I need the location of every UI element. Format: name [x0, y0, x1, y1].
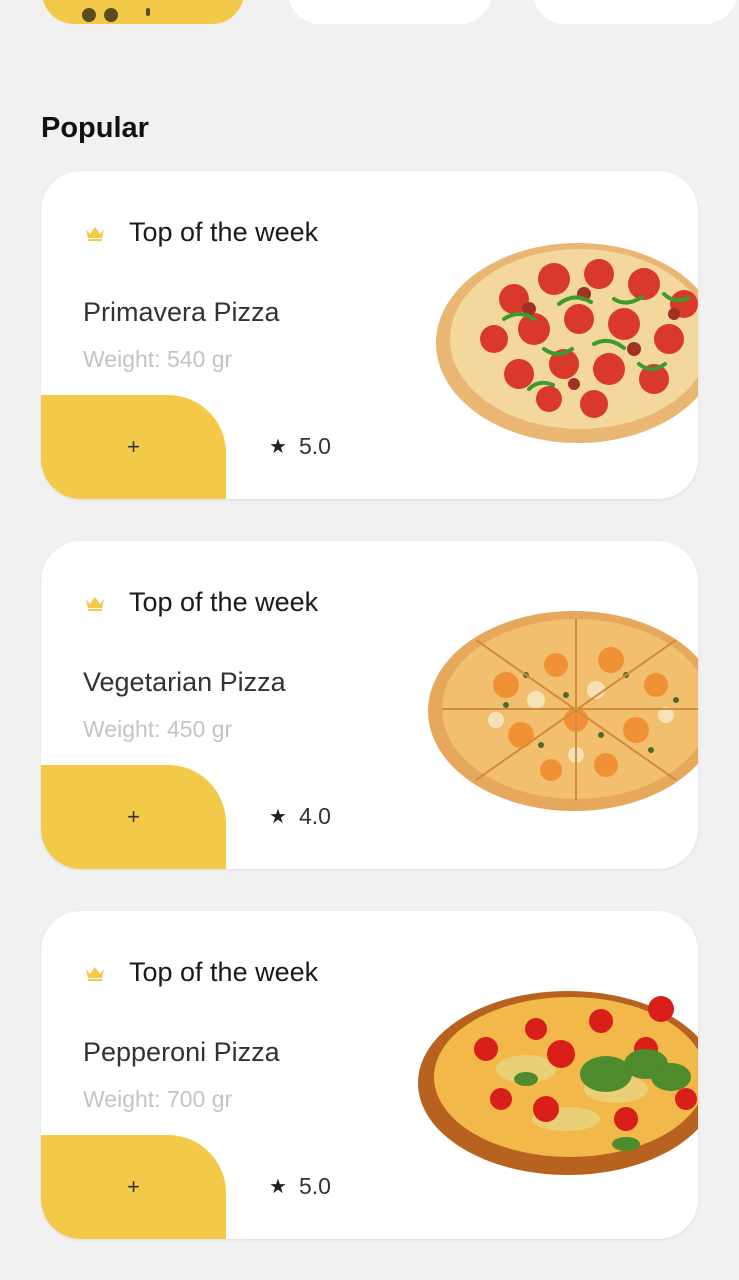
rating-value: 5.0 — [298, 1173, 331, 1199]
pizza-image — [418, 991, 698, 1175]
pizza-name: Vegetarian Pizza — [83, 667, 286, 697]
rating: ★ 5.0 — [269, 1173, 331, 1200]
crown-icon — [86, 226, 104, 241]
pizza-image — [436, 243, 698, 443]
pizza-weight: Weight: 450 gr — [83, 716, 233, 742]
add-button[interactable]: + — [41, 395, 226, 499]
add-button[interactable]: + — [41, 765, 226, 869]
pizza-weight: Weight: 540 gr — [83, 346, 233, 372]
star-icon: ★ — [269, 806, 287, 828]
pizza-name: Primavera Pizza — [83, 297, 280, 327]
top-of-week-badge: Top of the week — [85, 587, 318, 618]
rating: ★ 5.0 — [269, 433, 331, 460]
category-chip[interactable] — [288, 0, 492, 24]
pizza-card[interactable]: Top of the week Vegetarian Pizza Weight:… — [41, 541, 698, 869]
category-chip-active[interactable] — [42, 0, 244, 24]
pizza-card[interactable]: Top of the week Primavera Pizza Weight: … — [41, 171, 698, 499]
star-icon: ★ — [269, 436, 287, 458]
rating: ★ 4.0 — [269, 803, 331, 830]
badge-label: Top of the week — [129, 217, 319, 247]
top-of-week-badge: Top of the week — [85, 957, 318, 988]
category-chip[interactable] — [533, 0, 737, 24]
section-title: Popular — [41, 112, 149, 144]
chip-icon — [82, 8, 150, 22]
rating-value: 4.0 — [298, 803, 331, 829]
pizza-weight: Weight: 700 gr — [83, 1086, 233, 1112]
pizza-name: Pepperoni Pizza — [83, 1037, 280, 1067]
app-screen: Popular Top of the week Primavera Pizza … — [0, 0, 739, 1280]
badge-label: Top of the week — [129, 587, 319, 617]
star-icon: ★ — [269, 1176, 287, 1198]
crown-icon — [86, 966, 104, 981]
add-button[interactable]: + — [41, 1135, 226, 1239]
crown-icon — [86, 596, 104, 611]
top-of-week-badge: Top of the week — [85, 217, 318, 248]
badge-label: Top of the week — [129, 957, 319, 987]
pizza-card[interactable]: Top of the week Pepperoni Pizza Weight: … — [41, 911, 698, 1239]
pizza-image — [428, 611, 698, 811]
rating-value: 5.0 — [298, 433, 331, 459]
